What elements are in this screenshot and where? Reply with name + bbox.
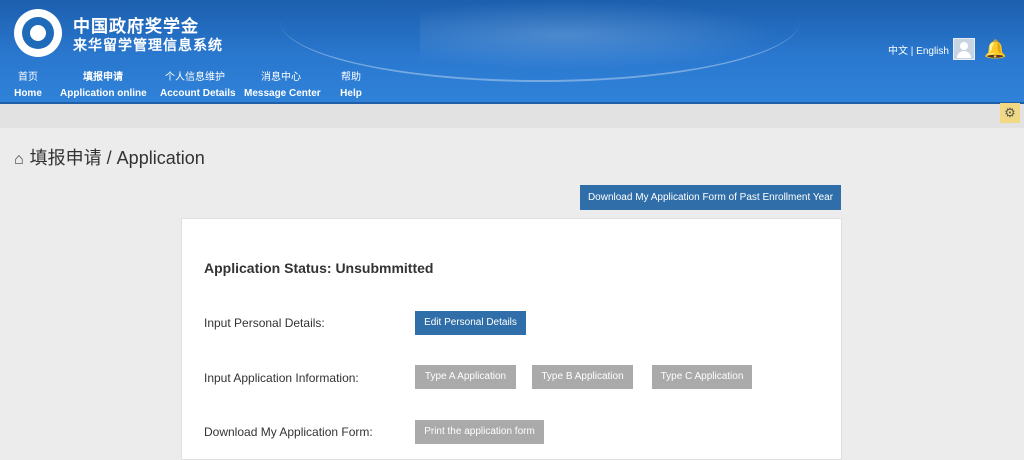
print-application-form-button[interactable]: Print the application form: [415, 420, 544, 444]
nav-item-application-en: Application online: [60, 88, 147, 99]
logo: [14, 9, 62, 57]
nav-item-message-en: Message Center: [244, 88, 321, 99]
page-title-text: 填报申请 / Application: [29, 148, 205, 168]
nav-item-application-cn: 填报申请: [83, 72, 123, 83]
type-c-application-button[interactable]: Type C Application: [652, 365, 752, 389]
page-title: ⌂ 填报申请 / Application: [14, 144, 205, 170]
edit-personal-details-button[interactable]: Edit Personal Details: [415, 311, 526, 335]
type-b-application-button[interactable]: Type B Application: [532, 365, 633, 389]
nav-item-account-en: Account Details: [160, 88, 236, 99]
nav-item-account-details[interactable]: 个人信息维护 Account Details: [160, 70, 236, 102]
nav-item-help[interactable]: 帮助 Help: [339, 70, 363, 102]
nav-item-account-cn: 个人信息维护: [165, 72, 225, 83]
download-application-form-label: Download My Application Form:: [204, 425, 373, 439]
logo-emblem: [22, 17, 54, 49]
nav-item-message-center[interactable]: 消息中心 Message Center: [244, 70, 321, 102]
nav-item-home-en: Home: [14, 88, 42, 99]
language-switch[interactable]: 中文 | English: [888, 42, 949, 57]
nav-item-home-cn: 首页: [18, 72, 38, 83]
nav-item-application-online[interactable]: 填报申请 Application online: [60, 70, 147, 102]
download-past-application-button[interactable]: Download My Application Form of Past Enr…: [580, 185, 841, 210]
bell-icon[interactable]: 🔔: [984, 38, 1006, 60]
nav-item-home[interactable]: 首页 Home: [14, 70, 42, 102]
nav-item-message-cn: 消息中心: [261, 72, 301, 83]
sub-toolbar: [0, 102, 1024, 128]
nav-item-help-en: Help: [340, 88, 362, 99]
system-title-line2: 来华留学管理信息系统: [73, 37, 223, 53]
nav-item-help-cn: 帮助: [341, 72, 361, 83]
system-title-line1: 中国政府奖学金: [73, 17, 199, 36]
home-icon: ⌂: [14, 151, 24, 168]
user-icon[interactable]: [953, 38, 975, 60]
header-banner: 中国政府奖学金 来华留学管理信息系统 首页 Home 填报申请 Applicat…: [0, 0, 1024, 102]
type-a-application-button[interactable]: Type A Application: [415, 365, 516, 389]
personal-details-label: Input Personal Details:: [204, 316, 325, 330]
gear-icon[interactable]: ⚙: [1000, 103, 1020, 123]
application-information-label: Input Application Information:: [204, 371, 359, 385]
application-status: Application Status: Unsubmmitted: [204, 260, 434, 276]
